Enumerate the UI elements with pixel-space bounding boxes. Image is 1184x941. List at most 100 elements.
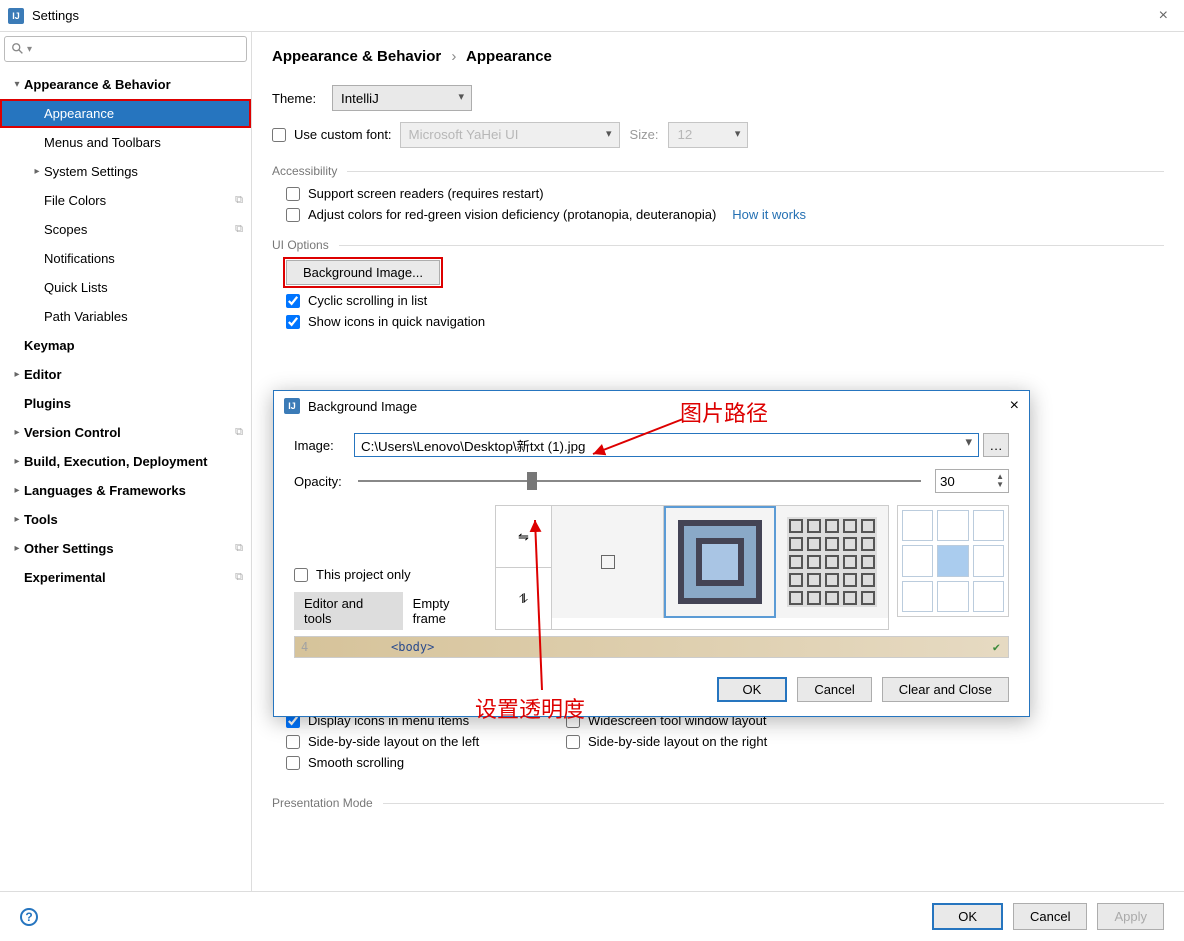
preview-line-number: 4 <box>301 640 391 654</box>
side-by-side-layout-on-the-left-checkbox[interactable] <box>286 735 300 749</box>
anchor-mc[interactable] <box>937 545 968 576</box>
sidebar: ▾ ▾Appearance & BehaviorAppearanceMenus … <box>0 32 252 891</box>
size-select[interactable]: 12 <box>668 122 748 148</box>
tab-editor-and-tools[interactable]: Editor and tools <box>294 592 403 630</box>
anchor-bl[interactable] <box>902 581 933 612</box>
custom-font-checkbox[interactable] <box>272 128 286 142</box>
dialog-close-icon[interactable]: × <box>1010 397 1019 415</box>
sidebar-item-menus-and-toolbars[interactable]: Menus and Toolbars <box>0 128 251 157</box>
settings-tree: ▾Appearance & BehaviorAppearanceMenus an… <box>0 66 251 891</box>
opacity-spinner[interactable]: ▲▼ <box>935 469 1009 493</box>
size-label: Size: <box>630 127 659 142</box>
side-by-side-layout-on-the-right-checkbox[interactable] <box>566 735 580 749</box>
sidebar-item-editor[interactable]: ▸Editor <box>0 360 251 389</box>
flip-horizontal-button[interactable]: ⇋ <box>496 506 551 568</box>
sidebar-item-other-settings[interactable]: ▸Other Settings⧉ <box>0 534 251 563</box>
opacity-slider[interactable] <box>358 480 921 482</box>
sidebar-item-version-control[interactable]: ▸Version Control⧉ <box>0 418 251 447</box>
search-input[interactable]: ▾ <box>4 36 247 62</box>
preview-code: <body> <box>391 640 434 654</box>
theme-select[interactable]: IntelliJ <box>332 85 472 111</box>
anchor-tc[interactable] <box>937 510 968 541</box>
screen-readers-label: Support screen readers (requires restart… <box>308 186 544 201</box>
dialog-app-icon: IJ <box>284 398 300 414</box>
anchor-tl[interactable] <box>902 510 933 541</box>
adjust-colors-checkbox[interactable] <box>286 208 300 222</box>
cyclic-scroll-checkbox[interactable] <box>286 294 300 308</box>
section-ui-options: UI Options <box>272 238 1164 252</box>
sidebar-item-keymap[interactable]: Keymap <box>0 331 251 360</box>
flip-vertical-button[interactable]: ⥮ <box>496 568 551 629</box>
font-select[interactable]: Microsoft YaHei UI <box>400 122 620 148</box>
project-only-checkbox[interactable] <box>294 568 308 582</box>
show-icons-checkbox[interactable] <box>286 315 300 329</box>
fill-tile-option[interactable] <box>776 506 888 618</box>
custom-font-label: Use custom font: <box>294 127 392 142</box>
smooth-scrolling-checkbox[interactable] <box>286 756 300 770</box>
bottom-bar: ? OK Cancel Apply <box>0 891 1184 941</box>
sidebar-item-quick-lists[interactable]: Quick Lists <box>0 273 251 302</box>
breadcrumb-current: Appearance <box>466 48 552 65</box>
close-icon[interactable]: × <box>1151 7 1176 25</box>
search-icon <box>11 42 25 56</box>
background-image-dialog: IJ Background Image × Image: ▾ … Opacity… <box>273 390 1030 717</box>
sidebar-item-experimental[interactable]: Experimental⧉ <box>0 563 251 592</box>
adjust-colors-label: Adjust colors for red-green vision defic… <box>308 207 716 222</box>
smooth-scrolling-label: Smooth scrolling <box>308 755 404 770</box>
dialog-titlebar: IJ Background Image × <box>274 391 1029 421</box>
breadcrumb-parent[interactable]: Appearance & Behavior <box>272 48 441 65</box>
anchor-tr[interactable] <box>973 510 1004 541</box>
dialog-clear-close-button[interactable]: Clear and Close <box>882 677 1009 702</box>
screen-readers-checkbox[interactable] <box>286 187 300 201</box>
dialog-ok-button[interactable]: OK <box>717 677 788 702</box>
browse-button[interactable]: … <box>983 433 1009 457</box>
anchor-mr[interactable] <box>973 545 1004 576</box>
project-only-label: This project only <box>316 567 411 582</box>
background-image-button[interactable]: Background Image... <box>286 260 440 285</box>
settings-cancel-button[interactable]: Cancel <box>1013 903 1087 930</box>
opacity-thumb[interactable] <box>527 472 537 490</box>
sidebar-item-appearance[interactable]: Appearance <box>0 99 251 128</box>
image-path-input[interactable] <box>361 434 952 456</box>
window-title: Settings <box>32 8 79 23</box>
anchor-br[interactable] <box>973 581 1004 612</box>
anchor-grid <box>897 505 1009 617</box>
section-accessibility: Accessibility <box>272 164 1164 178</box>
search-dropdown-icon[interactable]: ▾ <box>27 44 32 55</box>
sidebar-item-tools[interactable]: ▸Tools <box>0 505 251 534</box>
anchor-ml[interactable] <box>902 545 933 576</box>
dialog-cancel-button[interactable]: Cancel <box>797 677 871 702</box>
sidebar-item-scopes[interactable]: Scopes⧉ <box>0 215 251 244</box>
opacity-value-input[interactable] <box>940 474 980 489</box>
image-path-dropdown-icon[interactable]: ▾ <box>965 434 972 450</box>
cyclic-scroll-label: Cyclic scrolling in list <box>308 293 427 308</box>
sidebar-item-path-variables[interactable]: Path Variables <box>0 302 251 331</box>
sidebar-item-build-execution-deployment[interactable]: ▸Build, Execution, Deployment <box>0 447 251 476</box>
breadcrumb-sep: › <box>451 48 456 65</box>
help-button[interactable]: ? <box>20 908 38 926</box>
breadcrumb: Appearance & Behavior › Appearance <box>272 48 1164 65</box>
sidebar-item-file-colors[interactable]: File Colors⧉ <box>0 186 251 215</box>
dialog-title: Background Image <box>308 399 417 414</box>
side-by-side-layout-on-the-right-label: Side-by-side layout on the right <box>588 734 767 749</box>
sidebar-item-appearance-behavior[interactable]: ▾Appearance & Behavior <box>0 70 251 99</box>
fill-plain-option[interactable] <box>552 506 664 618</box>
image-path-combo[interactable]: ▾ <box>354 433 979 457</box>
settings-apply-button[interactable]: Apply <box>1097 903 1164 930</box>
image-label: Image: <box>294 438 354 453</box>
theme-label: Theme: <box>272 91 332 106</box>
app-icon: IJ <box>8 8 24 24</box>
sidebar-item-languages-frameworks[interactable]: ▸Languages & Frameworks <box>0 476 251 505</box>
tab-empty-frame[interactable]: Empty frame <box>403 592 495 630</box>
preview-bar: 4 <body> ✔ <box>294 636 1009 658</box>
titlebar: IJ Settings × <box>0 0 1184 32</box>
settings-ok-button[interactable]: OK <box>932 903 1003 930</box>
sidebar-item-notifications[interactable]: Notifications <box>0 244 251 273</box>
sidebar-item-plugins[interactable]: Plugins <box>0 389 251 418</box>
anchor-bc[interactable] <box>937 581 968 612</box>
sidebar-item-system-settings[interactable]: ▸System Settings <box>0 157 251 186</box>
opacity-label: Opacity: <box>294 474 354 489</box>
fill-scale-option[interactable] <box>664 506 776 618</box>
how-it-works-link[interactable]: How it works <box>732 207 806 222</box>
section-presentation: Presentation Mode <box>272 796 1164 810</box>
